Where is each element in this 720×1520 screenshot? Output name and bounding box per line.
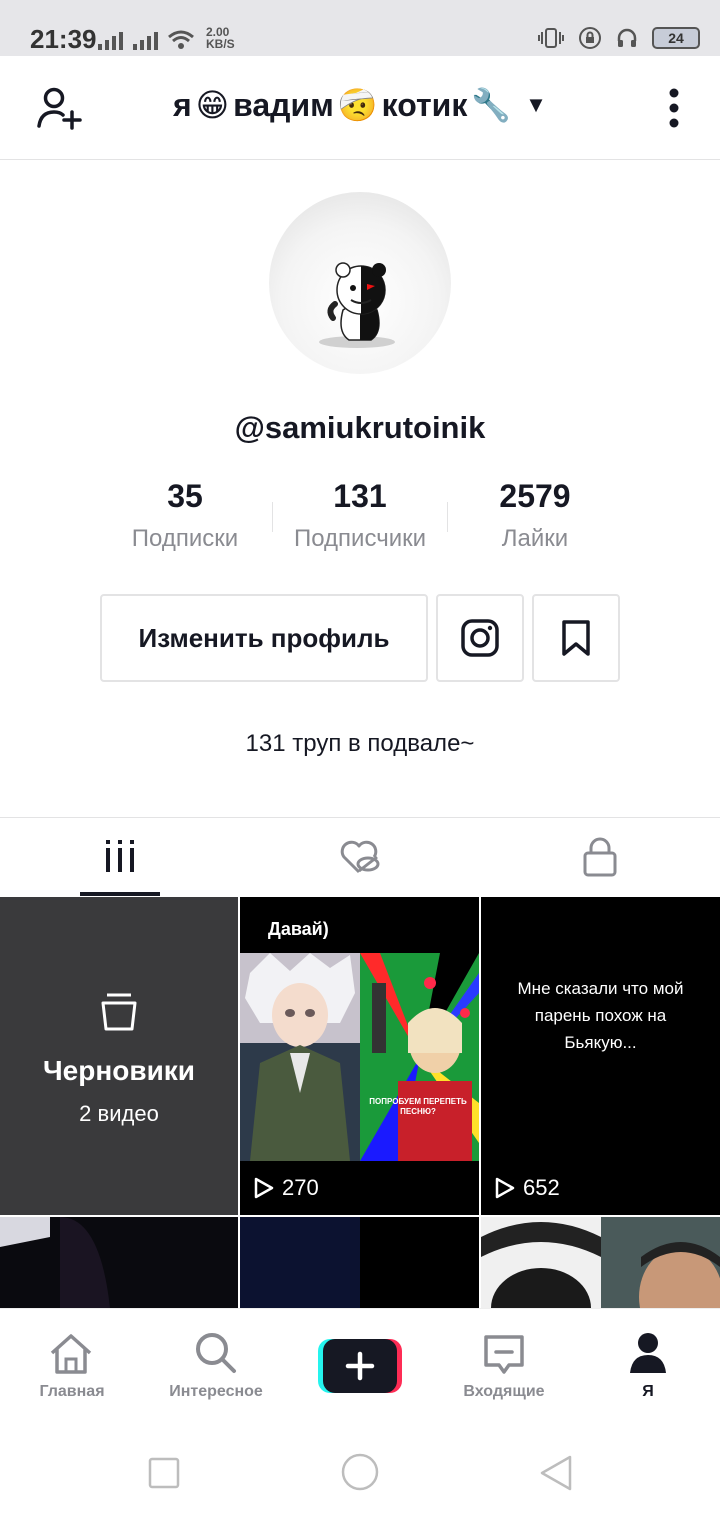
drafts-count: 2 видео	[79, 1101, 159, 1126]
nav-home[interactable]: Главная	[0, 1309, 144, 1421]
stat-value: 2579	[499, 478, 571, 514]
nav-label: Входящие	[463, 1383, 545, 1400]
status-time: 21:39	[30, 24, 97, 54]
lock-icon	[583, 837, 617, 877]
title-part: котик	[381, 86, 468, 123]
profile-bio: 131 труп в подвале~	[245, 730, 475, 757]
video-tile[interactable]: Мне сказали что мой парень похож на Бьяк…	[481, 897, 720, 1215]
account-switcher[interactable]: я 😁 вадим 🤕 котик 🔧 ▼	[0, 86, 720, 124]
create-button[interactable]	[318, 1339, 402, 1393]
nav-label: Я	[642, 1383, 654, 1400]
profile-tabs	[0, 817, 720, 897]
inbox-icon	[484, 1335, 524, 1374]
following-stat[interactable]: 35 Подписки	[85, 478, 285, 553]
rotation-lock-icon	[579, 27, 601, 49]
status-bar: 21:39 2.00 KB/S 24	[0, 0, 720, 56]
nav-label: Интересное	[169, 1383, 263, 1400]
instagram-icon	[461, 619, 499, 657]
active-tab-indicator	[80, 892, 160, 896]
play-icon	[495, 1177, 515, 1199]
wifi-icon	[168, 30, 194, 49]
title-part: вадим	[233, 86, 334, 123]
stat-label: Лайки	[501, 525, 569, 552]
system-navigation	[0, 1420, 720, 1520]
play-icon	[254, 1177, 274, 1199]
stat-label: Подписчики	[293, 525, 427, 552]
wrench-emoji: 🔧	[471, 87, 512, 123]
video-caption: Мне сказали что мой парень похож на Бьяк…	[517, 979, 684, 1052]
nav-inbox[interactable]: Входящие	[432, 1309, 576, 1421]
video-thumbnail-image	[0, 1217, 238, 1308]
recent-apps-button[interactable]	[148, 1457, 180, 1489]
home-button[interactable]	[340, 1452, 380, 1492]
profile-header: я 😁 вадим 🤕 котик 🔧 ▼	[0, 56, 720, 160]
signal-icon	[133, 30, 158, 50]
title-part: я	[173, 86, 192, 123]
nav-label: Главная	[39, 1383, 105, 1400]
caret-down-icon: ▼	[525, 92, 547, 117]
followers-stat[interactable]: 131 Подписчики	[260, 478, 460, 553]
profile-username: @samiukrutoinik	[234, 410, 486, 445]
status-left-icons: 2.00 KB/S	[98, 26, 235, 50]
status-right-icons: 24	[538, 26, 700, 50]
drafts-title: Черновики	[42, 1055, 196, 1086]
tab-private[interactable]	[480, 818, 720, 896]
video-thumbnail-image	[240, 1217, 479, 1308]
profile-avatar[interactable]	[269, 192, 451, 374]
video-thumbnail-image	[240, 953, 479, 1161]
stat-value: 35	[167, 478, 203, 514]
view-count: 652	[495, 1175, 560, 1201]
bottom-navigation: Главная Интересное Входящие Я	[0, 1308, 720, 1420]
video-tile[interactable]	[0, 1217, 238, 1308]
nav-profile[interactable]: Я	[576, 1309, 720, 1421]
video-tile[interactable]: Давай) ПОПРОБУЕМ ПЕРЕПЕТЬ ПЕСНЮ? 270	[240, 897, 479, 1215]
search-icon	[196, 1333, 236, 1373]
drafts-tile[interactable]: Черновики 2 видео	[0, 897, 238, 1215]
liked-hidden-icon	[340, 840, 380, 874]
network-speed: 2.00 KB/S	[206, 26, 235, 50]
signal-icon	[98, 30, 123, 50]
edit-profile-button[interactable]: Изменить профиль	[100, 594, 428, 682]
likes-stat[interactable]: 2579 Лайки	[435, 478, 635, 553]
favorites-button[interactable]	[532, 594, 620, 682]
speed-unit: KB/S	[206, 37, 235, 51]
nav-discover[interactable]: Интересное	[144, 1309, 288, 1421]
video-caption: Давай)	[268, 919, 329, 939]
avatar-bear-image	[319, 262, 395, 348]
grinning-emoji: 😁	[195, 87, 230, 123]
video-sticker-text: ПОПРОБУЕМ ПЕРЕПЕТЬ ПЕСНЮ?	[369, 1097, 467, 1116]
home-icon	[50, 1334, 92, 1374]
view-count: 270	[254, 1175, 319, 1201]
video-tile[interactable]	[240, 1217, 479, 1308]
battery-indicator: 24	[652, 27, 700, 49]
bookmark-icon	[562, 620, 590, 656]
bandaged-face-emoji: 🤕	[337, 87, 378, 123]
videos-icon	[106, 840, 134, 872]
video-thumbnail-image	[481, 1217, 720, 1308]
view-count-value: 652	[523, 1175, 560, 1200]
stat-label: Подписки	[131, 525, 239, 552]
instagram-button[interactable]	[436, 594, 524, 682]
more-options-icon[interactable]	[668, 88, 680, 128]
headphones-icon	[617, 28, 637, 47]
stat-value: 131	[333, 478, 387, 514]
tab-liked[interactable]	[240, 818, 480, 896]
video-tile[interactable]	[481, 1217, 720, 1308]
drafts-icon	[101, 993, 137, 1031]
view-count-value: 270	[282, 1175, 319, 1200]
tab-videos[interactable]	[0, 818, 240, 896]
profile-icon	[630, 1333, 666, 1373]
back-button[interactable]	[538, 1454, 574, 1492]
vibrate-icon	[538, 28, 564, 48]
